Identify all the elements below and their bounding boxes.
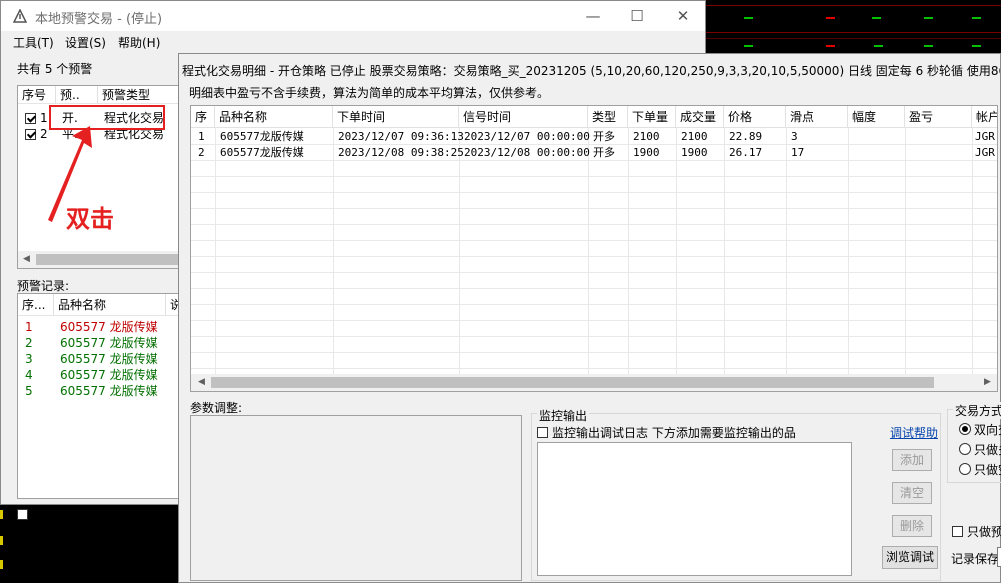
alert-col-kind[interactable]: 预.. [56,86,98,104]
alert-row-2-checkbox[interactable] [25,129,36,140]
debug-help-link[interactable]: 调试帮助 [890,424,938,441]
monitor-debug-checkbox[interactable] [537,427,548,438]
menubar: 工具(T) 设置(S) 帮助(H) [1,31,705,53]
grid-col-order-qty[interactable]: 下单量 [628,106,676,128]
grid-row-1-type: 开多 [593,130,615,143]
monitor-debug-label: 监控输出调试日志 下方添加需要监控输出的品 [552,426,796,440]
close-icon[interactable]: ✕ [673,6,693,26]
grid-row-1-account: JGR [975,130,995,143]
records-col-name[interactable]: 品种名称 [54,294,166,316]
main-window-title: 本地预警交易 - (停止) [35,12,163,27]
records-row-2-no: 2 [25,336,33,350]
continuous-monitor-label: 不间断监控 (无论有无新行情 [32,508,185,522]
grid-row-1-signal-time: 2023/12/07 00:00:00 [464,130,590,143]
only-preview-label: 只做预 [967,525,1001,539]
app-triangle-icon [13,9,27,23]
grid-row-1-price: 22.89 [729,130,763,143]
records-label: 预警记录: [17,279,70,293]
grid-row-1-no: 1 [198,130,205,143]
browse-debug-button[interactable]: 浏览调试 [882,546,938,569]
monitor-output-label: 监控输出 [537,407,590,424]
only-preview-checkbox[interactable] [952,526,963,537]
grid-row-2-signal-time: 2023/12/08 00:00:00 [464,146,590,159]
trade-mode-both-label: 双向交 [974,423,1001,437]
detail-window-title[interactable]: 程式化交易明细 - 开仓策略 已停止 股票交易策略：交易策略_买_2023120… [182,62,1000,79]
grid-col-pnl[interactable]: 盈亏 [905,106,972,128]
detail-note: 明细表中盈亏不含手续费，算法为简单的成本平均算法，仅供参考。 [189,86,550,100]
trade-mode-long-label: 只做多 [974,443,1001,457]
scroll-right-icon[interactable]: ▶ [981,376,994,389]
monitor-symbols-list[interactable] [537,442,852,576]
records-row-2-name: 605577 龙版传媒 [60,336,158,350]
grid-col-no[interactable]: 序 [191,106,215,128]
trade-detail-grid[interactable]: 序 品种名称 下单时间 信号时间 类型 下单量 成交量 价格 滑点 幅度 盈亏 … [190,105,998,392]
trade-mode-short-radio[interactable] [959,463,971,475]
records-row-5-no: 5 [25,384,33,398]
grid-row-2-filled-qty: 1900 [681,146,708,159]
grid-row-2-account: JGR [975,146,995,159]
trade-detail-window: 程式化交易明细 - 开仓策略 已停止 股票交易策略：交易策略_买_2023120… [178,53,1001,583]
scroll-left-icon[interactable]: ◀ [20,253,33,266]
alert-list-scroll-thumb[interactable] [36,254,178,265]
records-row-5-name: 605577 龙版传媒 [60,384,158,398]
records-row-4-no: 4 [25,368,33,382]
records-row-1-no: 1 [25,320,33,334]
alert-list-hscrollbar[interactable]: ◀ [18,251,180,268]
grid-row-2-price: 26.17 [729,146,763,159]
alert-col-type[interactable]: 预警类型 [98,86,180,104]
params-panel[interactable] [190,415,522,581]
records-col-no[interactable]: 序... [18,294,54,316]
menu-settings[interactable]: 设置(S) [65,34,106,51]
record-save-label: 记录保存 [951,552,1000,566]
grid-row-1-filled-qty: 2100 [681,130,708,143]
records-row-1-name: 605577 龙版传媒 [60,320,158,334]
record-save-input[interactable] [997,547,1001,567]
trade-mode-short-label: 只做空 [974,463,1001,477]
grid-col-order-time[interactable]: 下单时间 [333,106,459,128]
records-row-4-name: 605577 龙版传媒 [60,368,158,382]
records-row-3-name: 605577 龙版传媒 [60,352,158,366]
trade-mode-long-radio[interactable] [959,443,971,455]
maximize-icon[interactable]: ☐ [627,6,647,26]
grid-row-2-no: 2 [198,146,205,159]
grid-row-1-order-time: 2023/12/07 09:36:13 [338,130,464,143]
add-button[interactable]: 添加 [892,449,932,471]
grid-col-name[interactable]: 品种名称 [215,106,333,128]
scroll-left-icon[interactable]: ◀ [195,376,208,389]
params-label: 参数调整: [190,401,243,415]
menu-tools[interactable]: 工具(T) [13,34,54,51]
grid-row-2-order-qty: 1900 [633,146,660,159]
grid-hscrollbar[interactable]: ◀ ▶ [191,374,997,391]
alert-count-label: 共有 5 个预警 [17,62,93,76]
menu-help[interactable]: 帮助(H) [118,34,160,51]
clear-button[interactable]: 清空 [892,482,932,504]
annotation-double-click-text: 双击 [66,205,114,233]
records-row-3-no: 3 [25,352,33,366]
grid-col-type[interactable]: 类型 [588,106,628,128]
grid-row-2-order-time: 2023/12/08 09:38:25 [338,146,464,159]
minimize-icon[interactable]: — [583,6,603,26]
grid-col-account[interactable]: 帐户 [972,106,997,128]
grid-col-filled-qty[interactable]: 成交量 [676,106,724,128]
alert-row-1-checkbox[interactable] [25,113,36,124]
delete-button[interactable]: 删除 [892,515,932,537]
alert-records-list[interactable]: 序... 品种名称 说 1 605577 龙版传媒 2 605577 龙版传媒 … [17,293,181,499]
alert-col-no[interactable]: 序号 [18,86,56,104]
trade-mode-label: 交易方式 [953,402,1001,419]
grid-row-1-order-qty: 2100 [633,130,660,143]
grid-row-1-slippage: 3 [791,130,798,143]
grid-col-price[interactable]: 价格 [724,106,786,128]
grid-row-2-name: 605577龙版传媒 [220,146,304,159]
grid-col-signal-time[interactable]: 信号时间 [459,106,588,128]
main-titlebar[interactable]: 本地预警交易 - (停止) — ☐ ✕ [1,1,705,31]
grid-col-range[interactable]: 幅度 [848,106,905,128]
grid-scroll-thumb[interactable] [211,377,934,388]
continuous-monitor-checkbox[interactable] [17,509,28,520]
grid-row-2-type: 开多 [593,146,615,159]
grid-row-1-name: 605577龙版传媒 [220,130,304,143]
trade-mode-both-radio[interactable] [959,423,971,435]
grid-row-2-slippage: 17 [791,146,805,159]
grid-col-slippage[interactable]: 滑点 [786,106,848,128]
